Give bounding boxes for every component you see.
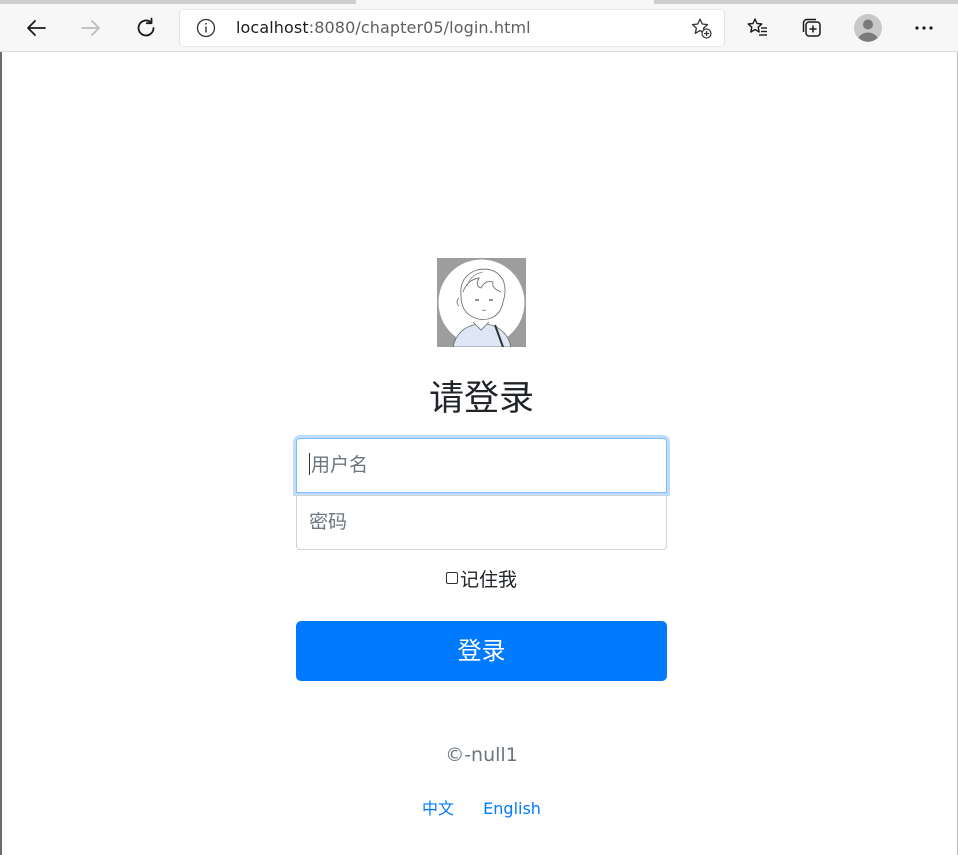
avatar <box>437 258 526 347</box>
back-arrow-icon <box>27 20 46 36</box>
browser-window: localhost:8080/chapter05/login.html 请登录 … <box>0 0 958 855</box>
add-favorite-star-icon[interactable] <box>690 17 712 39</box>
collections-icon <box>802 18 821 37</box>
favorites-icon <box>747 18 767 36</box>
login-button[interactable]: 登录 <box>296 621 667 681</box>
password-placeholder: 密码 <box>309 511 348 533</box>
url-text[interactable]: localhost:8080/chapter05/login.html <box>236 10 531 46</box>
forward-button[interactable] <box>73 10 109 46</box>
page-title: 请登录 <box>428 379 534 419</box>
refresh-button[interactable] <box>128 10 164 46</box>
remember-me-label[interactable]: 记住我 <box>460 565 517 592</box>
language-link-zh[interactable]: 中文 <box>422 799 454 818</box>
back-button[interactable] <box>18 10 54 46</box>
forward-arrow-icon <box>81 20 100 36</box>
profile-button[interactable] <box>850 10 886 46</box>
info-icon[interactable] <box>196 18 216 38</box>
refresh-icon <box>137 17 155 37</box>
copyright-text: ©-null1 <box>445 744 518 766</box>
favorites-button[interactable] <box>740 10 776 46</box>
remember-me-checkbox[interactable] <box>445 572 458 584</box>
language-link-en[interactable]: English <box>483 799 541 818</box>
language-switcher: 中文 English <box>296 796 667 822</box>
remember-me: 记住我 <box>296 564 667 592</box>
url-path: :8080/chapter05/login.html <box>308 18 531 37</box>
more-menu-icon <box>915 26 933 30</box>
username-placeholder: 用户名 <box>311 454 369 476</box>
page-content: 请登录 用户名 密码 记住我 登录 ©-null1 中文 English <box>2 52 957 855</box>
browser-toolbar: localhost:8080/chapter05/login.html <box>0 4 958 52</box>
collections-button[interactable] <box>794 10 830 46</box>
url-host: localhost <box>236 18 309 37</box>
profile-avatar-icon <box>854 14 882 42</box>
password-input[interactable]: 密码 <box>296 495 667 550</box>
username-input[interactable]: 用户名 <box>296 438 667 493</box>
address-bar[interactable]: localhost:8080/chapter05/login.html <box>180 10 724 46</box>
more-menu-button[interactable] <box>906 10 942 46</box>
text-caret <box>309 452 310 475</box>
